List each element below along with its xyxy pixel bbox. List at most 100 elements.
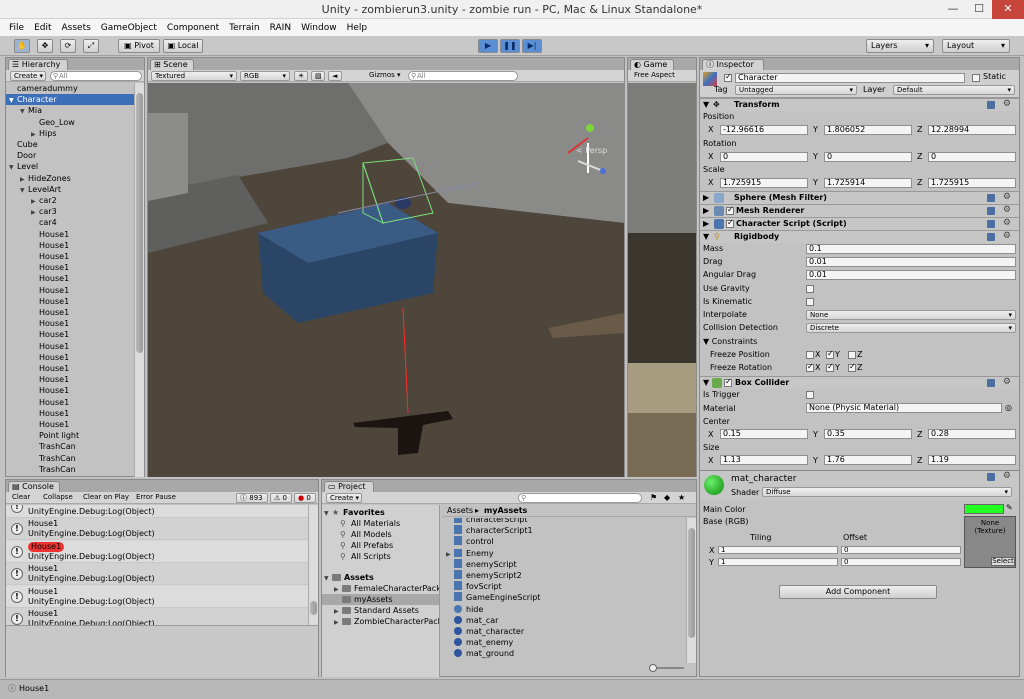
scale-y-field[interactable]: 1.725914 — [824, 178, 912, 188]
tab-scene[interactable]: ⊞ Scene — [150, 59, 194, 70]
material-header[interactable]: mat_character Shader Diffuse ▾ ⚙ — [700, 470, 1019, 500]
interpolate-dropdown[interactable]: None ▾ — [806, 310, 1016, 320]
hierarchy-item[interactable]: ▼ Mia — [6, 105, 134, 116]
tab-project[interactable]: ▭ Project — [324, 481, 374, 492]
mesh-filter-header[interactable]: ▶ Sphere (Mesh Filter) ⚙ — [700, 191, 1019, 204]
position-y-field[interactable]: 1.806052 — [824, 125, 912, 135]
main-color-swatch[interactable] — [964, 504, 1004, 514]
gear-icon[interactable]: ⚙ — [1003, 206, 1011, 215]
console-clear-button[interactable]: Clear — [9, 493, 37, 503]
freeze-position-x-checkbox[interactable] — [806, 351, 814, 359]
freeze-position-z-checkbox[interactable] — [848, 351, 856, 359]
hierarchy-item[interactable]: TrashCan — [6, 441, 134, 452]
shading-mode-dropdown[interactable]: Textured ▾ — [151, 71, 237, 81]
tab-console[interactable]: ▤ Console — [8, 481, 60, 492]
menu-item-edit[interactable]: Edit — [29, 23, 56, 33]
active-checkbox[interactable] — [724, 72, 732, 82]
console-info-toggle[interactable]: ⓘ 893 — [236, 493, 268, 503]
center-z-field[interactable]: 0.28 — [928, 429, 1016, 439]
rotation-x-field[interactable]: 0 — [720, 152, 808, 162]
constraints-foldout[interactable]: ▼ Constraints — [703, 337, 757, 347]
freeze-rotation-z-checkbox[interactable] — [848, 362, 856, 372]
audio-toggle[interactable]: ◄ — [328, 71, 342, 81]
list-item[interactable]: ▶ Enemy — [442, 548, 686, 559]
layer-dropdown[interactable]: Default ▾ — [893, 85, 1015, 95]
position-x-field[interactable]: -12.96616 — [720, 125, 808, 135]
rigidbody-header[interactable]: ▼ ⚲ Rigidbody ⚙ — [700, 230, 1019, 243]
list-item[interactable]: enemyScript — [442, 558, 686, 570]
hierarchy-item[interactable]: car4 — [6, 217, 134, 228]
layers-dropdown[interactable]: Layers ▾ — [866, 39, 934, 53]
is-kinematic-checkbox[interactable] — [806, 298, 814, 306]
filter-type-icon[interactable]: ⚑ — [650, 493, 657, 503]
list-item[interactable]: characterScript — [442, 518, 686, 525]
scene-viewport[interactable] — [148, 83, 624, 477]
perspective-label[interactable]: < Persp — [576, 146, 607, 156]
menu-item-rain[interactable]: RAIN — [265, 23, 296, 33]
console-clear-on-play-button[interactable]: Clear on Play — [80, 493, 132, 503]
mesh-renderer-checkbox[interactable] — [726, 205, 734, 215]
close-button[interactable]: ✕ — [992, 0, 1024, 19]
mass-field[interactable]: 0.1 — [806, 244, 1016, 254]
help-icon[interactable] — [987, 207, 995, 215]
gear-icon[interactable]: ⚙ — [1003, 232, 1011, 241]
local-button[interactable]: ▣ Local — [163, 39, 203, 53]
freeze-rotation-x-checkbox[interactable] — [806, 362, 814, 372]
object-picker-icon[interactable]: ◎ — [1005, 403, 1012, 413]
list-item[interactable]: mat_ground — [442, 648, 686, 659]
hierarchy-item[interactable]: House1 — [6, 240, 134, 251]
hierarchy-item[interactable]: House1 — [6, 385, 134, 396]
hierarchy-search-input[interactable]: ⚲ All — [50, 71, 142, 81]
hierarchy-item[interactable]: House1 — [6, 341, 134, 352]
help-icon[interactable] — [987, 379, 995, 387]
list-item[interactable]: mat_car — [442, 615, 686, 626]
console-entry[interactable]: ! House1 UnityEngine.Debug:Log(Object) — [6, 540, 308, 563]
list-item[interactable]: fovScript — [442, 581, 686, 592]
texture-slot[interactable]: None (Texture) Select — [964, 516, 1016, 568]
console-scrollbar[interactable] — [308, 505, 318, 625]
favorites-section[interactable]: ▼ ★ Favorites — [322, 507, 439, 518]
pivot-button[interactable]: ▣ Pivot — [118, 39, 160, 53]
pause-button[interactable]: ❚❚ — [500, 39, 520, 53]
box-collider-header[interactable]: ▼ Box Collider ⚙ — [700, 376, 1019, 389]
scale-x-field[interactable]: 1.725915 — [720, 178, 808, 188]
tiling-x-field[interactable]: 1 — [718, 546, 838, 554]
help-icon[interactable] — [987, 194, 995, 202]
character-script-checkbox[interactable] — [726, 218, 734, 228]
hierarchy-item[interactable]: cameradummy — [6, 83, 134, 94]
scroll-thumb[interactable] — [136, 93, 143, 353]
hierarchy-item[interactable]: Door — [6, 150, 134, 161]
tab-game[interactable]: ◐ Game — [630, 59, 674, 70]
aspect-dropdown[interactable]: Free Aspect — [631, 71, 691, 81]
hand-tool-button[interactable]: ✋ — [14, 39, 30, 53]
hierarchy-scrollbar[interactable] — [134, 83, 144, 477]
hierarchy-item[interactable]: ▼ LevelArt — [6, 184, 134, 195]
minimize-button[interactable]: — — [940, 0, 966, 19]
asset-folder[interactable]: ▶ ZombieCharacterPack — [322, 616, 439, 627]
hierarchy-item[interactable]: House1 — [6, 363, 134, 374]
tab-inspector[interactable]: ⓘ Inspector — [702, 59, 764, 70]
gear-icon[interactable]: ⚙ — [1003, 219, 1011, 228]
add-component-button[interactable]: Add Component — [779, 585, 937, 599]
hierarchy-item[interactable]: ▶ HideZones — [6, 173, 134, 184]
favorite-item[interactable]: ⚲ All Scripts — [322, 551, 439, 562]
freeze-position-y-checkbox[interactable] — [826, 349, 834, 359]
render-mode-dropdown[interactable]: RGB ▾ — [240, 71, 290, 81]
freeze-rotation-y-checkbox[interactable] — [826, 362, 834, 372]
tab-hierarchy[interactable]: ☰ Hierarchy — [8, 59, 68, 70]
hierarchy-item[interactable]: ▶ Hips — [6, 128, 134, 139]
offset-y-field[interactable]: 0 — [841, 558, 961, 566]
menu-item-help[interactable]: Help — [342, 23, 373, 33]
breadcrumb-root[interactable]: Assets — [447, 506, 473, 516]
console-entry[interactable]: ! House1 UnityEngine.Debug:Log(Object) — [6, 608, 308, 625]
hierarchy-item[interactable]: House1 — [6, 229, 134, 240]
asset-folder[interactable]: myAssets — [322, 594, 439, 605]
hierarchy-item[interactable]: House1 — [6, 397, 134, 408]
hierarchy-item[interactable]: House1 — [6, 352, 134, 363]
play-button[interactable]: ▶ — [478, 39, 498, 53]
character-script-header[interactable]: ▶ Character Script (Script) ⚙ — [700, 217, 1019, 230]
hierarchy-item[interactable]: House1 — [6, 262, 134, 273]
console-error-toggle[interactable]: ● 0 — [294, 493, 316, 503]
hierarchy-item[interactable]: House1 — [6, 251, 134, 262]
move-tool-button[interactable]: ✥ — [37, 39, 53, 53]
